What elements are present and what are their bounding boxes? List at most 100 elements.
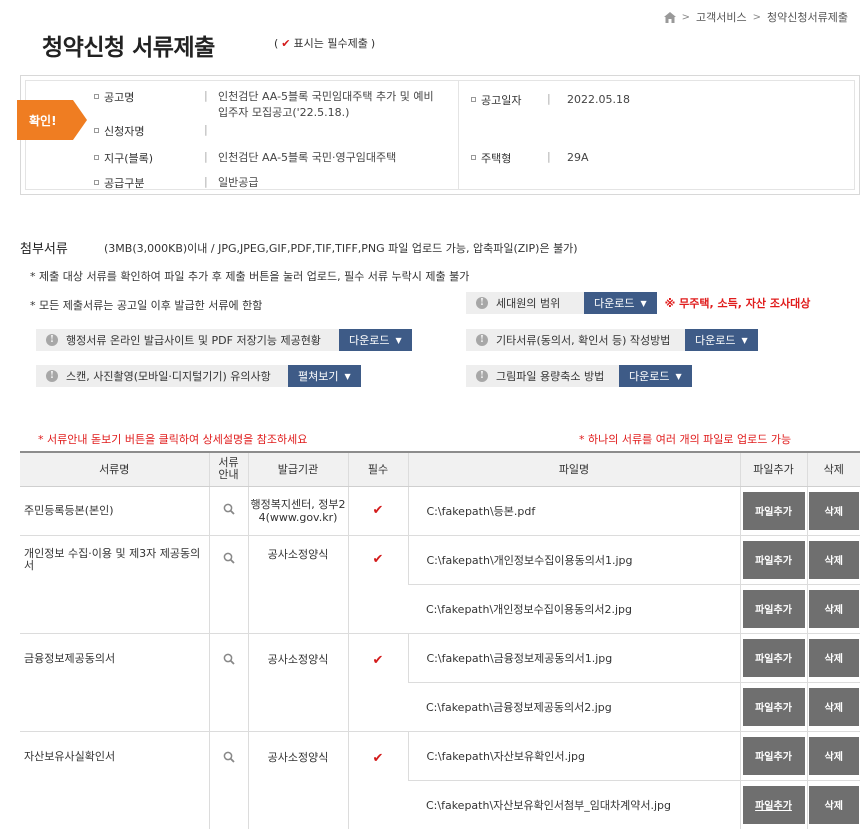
info-inner: 공고명 | 인천검단 AA-5블록 국민임대주택 추가 및 예비 입주자 모집공… bbox=[25, 80, 855, 190]
breadcrumb-customer-service[interactable]: 고객서비스 bbox=[696, 9, 747, 25]
header-delete: 삭제 bbox=[806, 451, 860, 487]
check-icon: ✔ bbox=[372, 652, 384, 668]
attach-note-2: * 모든 제출서류는 공고일 이후 발급한 서류에 한함 bbox=[30, 299, 263, 312]
add-file-button[interactable]: 파일추가 bbox=[742, 638, 805, 677]
delete-cell: 삭제 bbox=[806, 682, 860, 732]
delete-button[interactable]: 삭제 bbox=[808, 589, 859, 628]
image-resize-download-button[interactable]: 다운로드 ▼ bbox=[619, 365, 692, 387]
admin-docs-text: 행정서류 온라인 발급사이트 및 PDF 저장기능 제공현황 bbox=[66, 334, 321, 347]
scan-guide-expand-button[interactable]: 펼쳐보기 ▼ bbox=[288, 365, 361, 387]
magnifier-icon[interactable] bbox=[223, 751, 235, 763]
delete-cell: 삭제 bbox=[806, 780, 860, 829]
image-resize-label: ! 그림파일 용량축소 방법 bbox=[466, 365, 619, 387]
add-file-button[interactable]: 파일추가 bbox=[742, 736, 805, 775]
attach-section-label: 첨부서류 bbox=[20, 242, 68, 257]
add-file-cell: 파일추가 bbox=[739, 731, 807, 781]
chevron-down-icon: ▼ bbox=[395, 335, 402, 345]
header-file-name: 파일명 bbox=[407, 451, 740, 487]
add-file-button[interactable]: 파일추가 bbox=[742, 785, 805, 824]
file-name: C:\fakepath\개인정보수집이용동의서1.jpg bbox=[407, 535, 740, 585]
file-name: C:\fakepath\개인정보수집이용동의서2.jpg bbox=[408, 584, 740, 634]
district-label: 지구(블록) bbox=[94, 150, 204, 166]
delete-button[interactable]: 삭제 bbox=[808, 687, 859, 726]
doc-guide-cell bbox=[208, 633, 248, 732]
file-name: C:\fakepath\자산보유확인서첨부_임대차계약서.jpg bbox=[408, 780, 740, 829]
table-row: 금융정보제공동의서 공사소정양식 ✔ C:\fakepath\금융정보제공동의서… bbox=[20, 633, 860, 732]
delete-button[interactable]: 삭제 bbox=[808, 785, 859, 824]
page-title: 청약신청 서류제출 bbox=[42, 35, 215, 61]
header-guide-line2: 안내 bbox=[218, 468, 239, 482]
file-name: C:\fakepath\금융정보제공동의서1.jpg bbox=[407, 633, 740, 683]
delete-button[interactable]: 삭제 bbox=[808, 491, 859, 530]
download-label: 다운로드 bbox=[695, 334, 736, 347]
household-scope-note: ※ 무주택, 소득, 자산 조사대상 bbox=[664, 297, 811, 310]
breadcrumb-separator: > bbox=[681, 11, 691, 23]
download-label: 다운로드 bbox=[349, 334, 390, 347]
check-icon: ✔ bbox=[372, 750, 384, 766]
add-file-button[interactable]: 파일추가 bbox=[742, 491, 805, 530]
confirm-tag: 확인! bbox=[17, 100, 87, 140]
notice-name-value: 인천검단 AA-5블록 국민임대주택 추가 및 예비 입주자 모집공고('22.… bbox=[218, 89, 434, 121]
chevron-down-icon: ▼ bbox=[344, 371, 351, 381]
delete-button[interactable]: 삭제 bbox=[808, 736, 859, 775]
notice-name-line2: 입주자 모집공고('22.5.18.) bbox=[218, 106, 350, 119]
home-icon[interactable] bbox=[663, 11, 676, 23]
add-file-button[interactable]: 파일추가 bbox=[742, 540, 805, 579]
district-value: 인천검단 AA-5블록 국민·영구임대주택 bbox=[218, 151, 397, 164]
house-type-row: 주택형 | 29A bbox=[471, 150, 589, 166]
admin-docs-download-button[interactable]: 다운로드 ▼ bbox=[339, 329, 412, 351]
download-label: 다운로드 bbox=[594, 297, 635, 310]
delete-cell: 삭제 bbox=[806, 731, 860, 781]
table-row: 개인정보 수집·이용 및 제3자 제공동의서 공사소정양식 ✔ C:\fakep… bbox=[20, 535, 860, 634]
chevron-down-icon: ▼ bbox=[640, 298, 647, 308]
applicant-row: 신청자명 | bbox=[94, 123, 218, 139]
info-icon: ! bbox=[476, 297, 488, 309]
household-scope-download-button[interactable]: 다운로드 ▼ bbox=[584, 292, 657, 314]
add-file-cell: 파일추가 bbox=[739, 535, 807, 585]
doc-name: 개인정보 수집·이용 및 제3자 제공동의서 bbox=[20, 535, 209, 634]
household-scope-text: 세대원의 범위 bbox=[496, 297, 561, 310]
info-icon: ! bbox=[46, 334, 58, 346]
supply-value: 일반공급 bbox=[218, 176, 259, 189]
breadcrumb: > 고객서비스 > 청약신청서류제출 bbox=[663, 9, 848, 25]
scan-guide-text: 스캔, 사진촬영(모바일·디지털기기) 유의사항 bbox=[66, 370, 271, 383]
add-file-cell: 파일추가 bbox=[739, 633, 807, 683]
other-docs-row: ! 기타서류(동의서, 확인서 등) 작성방법 다운로드 ▼ bbox=[466, 329, 758, 351]
info-bar: | bbox=[547, 150, 551, 163]
notice-date-value: 2022.05.18 bbox=[567, 93, 630, 106]
other-docs-download-button[interactable]: 다운로드 ▼ bbox=[685, 329, 758, 351]
file-name: C:\fakepath\금융정보제공동의서2.jpg bbox=[408, 682, 740, 732]
admin-docs-label: ! 행정서류 온라인 발급사이트 및 PDF 저장기능 제공현황 bbox=[36, 329, 339, 351]
header-add-file: 파일추가 bbox=[739, 451, 807, 487]
table-row: 주민등록등본(본인) 행정복지센터, 정부24(www.gov.kr) ✔ C:… bbox=[20, 486, 860, 536]
required-check-cell: ✔ bbox=[347, 486, 408, 536]
check-icon: ✔ bbox=[281, 36, 291, 50]
doc-name: 주민등록등본(본인) bbox=[20, 486, 209, 536]
info-bar: | bbox=[204, 150, 208, 163]
magnifier-icon[interactable] bbox=[223, 552, 235, 564]
magnifier-icon[interactable] bbox=[223, 653, 235, 665]
breadcrumb-separator: > bbox=[752, 11, 762, 23]
doc-issuer: 행정복지센터, 정부24(www.gov.kr) bbox=[247, 486, 348, 536]
other-docs-label: ! 기타서류(동의서, 확인서 등) 작성방법 bbox=[466, 329, 685, 351]
supply-label: 공급구분 bbox=[94, 175, 204, 191]
add-file-button[interactable]: 파일추가 bbox=[742, 589, 805, 628]
doc-name: 자산보유사실확인서 bbox=[20, 731, 209, 829]
doc-issuer: 공사소정양식 bbox=[247, 535, 348, 634]
delete-button[interactable]: 삭제 bbox=[808, 540, 859, 579]
add-file-button[interactable]: 파일추가 bbox=[742, 687, 805, 726]
guide-red-note: * 서류안내 돋보기 버튼을 클릭하여 상세설명을 참조하세요 bbox=[38, 433, 308, 446]
house-type-label: 주택형 bbox=[471, 150, 547, 166]
info-bar: | bbox=[204, 123, 208, 136]
expand-label: 펼쳐보기 bbox=[298, 370, 339, 383]
chevron-down-icon: ▼ bbox=[741, 335, 748, 345]
delete-button[interactable]: 삭제 bbox=[808, 638, 859, 677]
attach-note-1: * 제출 대상 서류를 확인하여 파일 추가 후 제출 버튼을 눌러 업로드, … bbox=[30, 270, 470, 283]
applicant-label: 신청자명 bbox=[94, 123, 204, 139]
magnifier-icon[interactable] bbox=[223, 503, 235, 515]
delete-cell: 삭제 bbox=[806, 486, 860, 536]
header-guide: 서류 안내 bbox=[208, 451, 248, 487]
info-icon: ! bbox=[46, 370, 58, 382]
image-resize-text: 그림파일 용량축소 방법 bbox=[496, 370, 605, 383]
doc-guide-cell bbox=[208, 486, 248, 536]
